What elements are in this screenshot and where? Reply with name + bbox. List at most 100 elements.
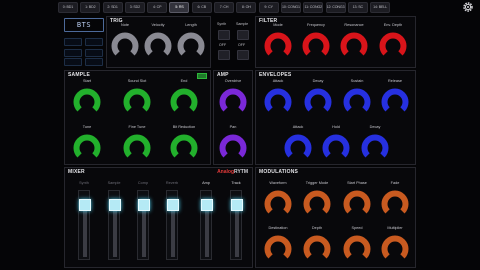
knob-label: Attack [272, 79, 284, 83]
envelope-knob[interactable] [283, 133, 313, 163]
knob-label: Trigger Mode [305, 181, 329, 185]
track-button[interactable]: 1: BD2 [80, 1, 101, 13]
modulation-knob[interactable] [263, 189, 293, 219]
modulation-knob[interactable] [380, 234, 410, 264]
track-button[interactable]: 7: CH [214, 1, 235, 13]
left-button-3[interactable] [64, 49, 82, 57]
knob-label: Length [185, 23, 197, 27]
brand-logo: AnalogRYTM [217, 169, 248, 175]
track-button[interactable]: 0: BD1 [58, 1, 78, 13]
track-button[interactable]: 4: CP [147, 1, 168, 13]
knob-label: Waveform [269, 181, 287, 185]
knob-label: Env. Depth [383, 23, 403, 27]
sample-knob[interactable] [72, 133, 102, 163]
modulation-knob[interactable] [263, 234, 293, 264]
mixer-fader[interactable] [137, 190, 150, 260]
amp-knob[interactable] [218, 87, 248, 117]
trig-toggle-value: OFF [219, 43, 227, 47]
sample-knob[interactable] [169, 87, 199, 117]
mixer-fader[interactable] [230, 190, 243, 260]
track-button[interactable]: 14: BELL [370, 1, 391, 13]
knob-label: Hold [332, 125, 340, 129]
trig-toggle-button[interactable] [237, 30, 249, 40]
left-button-4[interactable] [85, 49, 103, 57]
sample-knob[interactable] [169, 133, 199, 163]
filter-knob[interactable] [263, 31, 293, 61]
mixer-fader[interactable] [108, 190, 121, 260]
knob-label: Speed [351, 226, 363, 230]
trig-knob[interactable] [110, 31, 140, 61]
sample-title: SAMPLE [68, 72, 91, 78]
knob-label: Tune [82, 125, 92, 129]
knob-label: Multiplier [387, 226, 403, 230]
amp-knob[interactable] [218, 133, 248, 163]
knob-label: Mode [273, 23, 283, 27]
track-selector-bar: 0: BD1 1: BD2 2: SD1 3: SD2 4: CP 5: RS 6: CB 7… [58, 0, 480, 14]
fader-track [142, 211, 146, 257]
modulations-title: MODULATIONS [259, 169, 299, 175]
sample-knob[interactable] [72, 87, 102, 117]
left-button-5[interactable] [64, 58, 82, 66]
left-button-6[interactable] [85, 58, 103, 66]
knob-label: Fade [390, 181, 400, 185]
modulation-knob[interactable] [380, 189, 410, 219]
trig-toggle-button[interactable] [218, 30, 230, 40]
track-button[interactable]: 3: SD2 [124, 1, 145, 13]
sample-knob[interactable] [122, 133, 152, 163]
knob-label: Decay [312, 79, 324, 83]
knob-label: Resonance [344, 23, 364, 27]
fader-handle[interactable] [138, 199, 150, 211]
envelope-knob[interactable] [380, 87, 410, 117]
mixer-channel-label: Amp [202, 181, 210, 185]
modulation-knob[interactable] [302, 234, 332, 264]
filter-knob[interactable] [378, 31, 408, 61]
fader-handle[interactable] [79, 199, 91, 211]
left-button-2[interactable] [85, 38, 103, 46]
trig-knob[interactable] [176, 31, 206, 61]
knob-label: Sustain [350, 79, 364, 83]
track-button[interactable]: 5: RS [169, 1, 190, 13]
sample-knob[interactable] [122, 87, 152, 117]
mixer-fader[interactable] [166, 190, 179, 260]
fader-handle[interactable] [167, 199, 179, 211]
knob-label: Start [82, 79, 92, 83]
trig-toggle-button[interactable] [218, 50, 230, 60]
trig-knob[interactable] [143, 31, 173, 61]
envelope-knob[interactable] [303, 87, 333, 117]
envelope-knob[interactable] [263, 87, 293, 117]
filter-knob[interactable] [301, 31, 331, 61]
envelope-knob[interactable] [360, 133, 390, 163]
modulation-knob[interactable] [342, 189, 372, 219]
fader-track [83, 211, 87, 257]
knob-label: Velocity [151, 23, 165, 27]
amp-title: AMP [217, 72, 229, 78]
mixer-fader[interactable] [200, 190, 213, 260]
track-button[interactable]: 2: SD1 [102, 1, 123, 13]
mixer-channel-label: Reverb [165, 181, 179, 185]
filter-knob[interactable] [339, 31, 369, 61]
envelope-knob[interactable] [321, 133, 351, 163]
track-button[interactable]: 11: CONG2 [303, 1, 324, 13]
knob-label: Frequency [307, 23, 325, 27]
mixer-channel-label: Comp [137, 181, 149, 185]
trig-toggle-value: OFF [238, 43, 246, 47]
knob-label: Depth [311, 226, 323, 230]
modulation-knob[interactable] [342, 234, 372, 264]
track-button[interactable]: 13: SC [347, 1, 368, 13]
track-button[interactable]: 8: OH [236, 1, 257, 13]
fader-handle[interactable] [231, 199, 243, 211]
track-button[interactable]: 6: CB [191, 1, 212, 13]
fader-handle[interactable] [201, 199, 213, 211]
envelope-knob[interactable] [342, 87, 372, 117]
mixer-fader[interactable] [78, 190, 91, 260]
track-button[interactable]: 12: CONG3 [325, 1, 346, 13]
gear-icon[interactable] [462, 1, 474, 13]
track-button[interactable]: 9: CY [258, 1, 279, 13]
knob-label: Sound Slot [127, 79, 147, 83]
modulation-knob[interactable] [302, 189, 332, 219]
track-button[interactable]: 10: CONG1 [280, 1, 301, 13]
fader-handle[interactable] [109, 199, 121, 211]
trig-toggle-button[interactable] [237, 50, 249, 60]
left-button-1[interactable] [64, 38, 82, 46]
knob-label: Start Phase [347, 181, 367, 185]
